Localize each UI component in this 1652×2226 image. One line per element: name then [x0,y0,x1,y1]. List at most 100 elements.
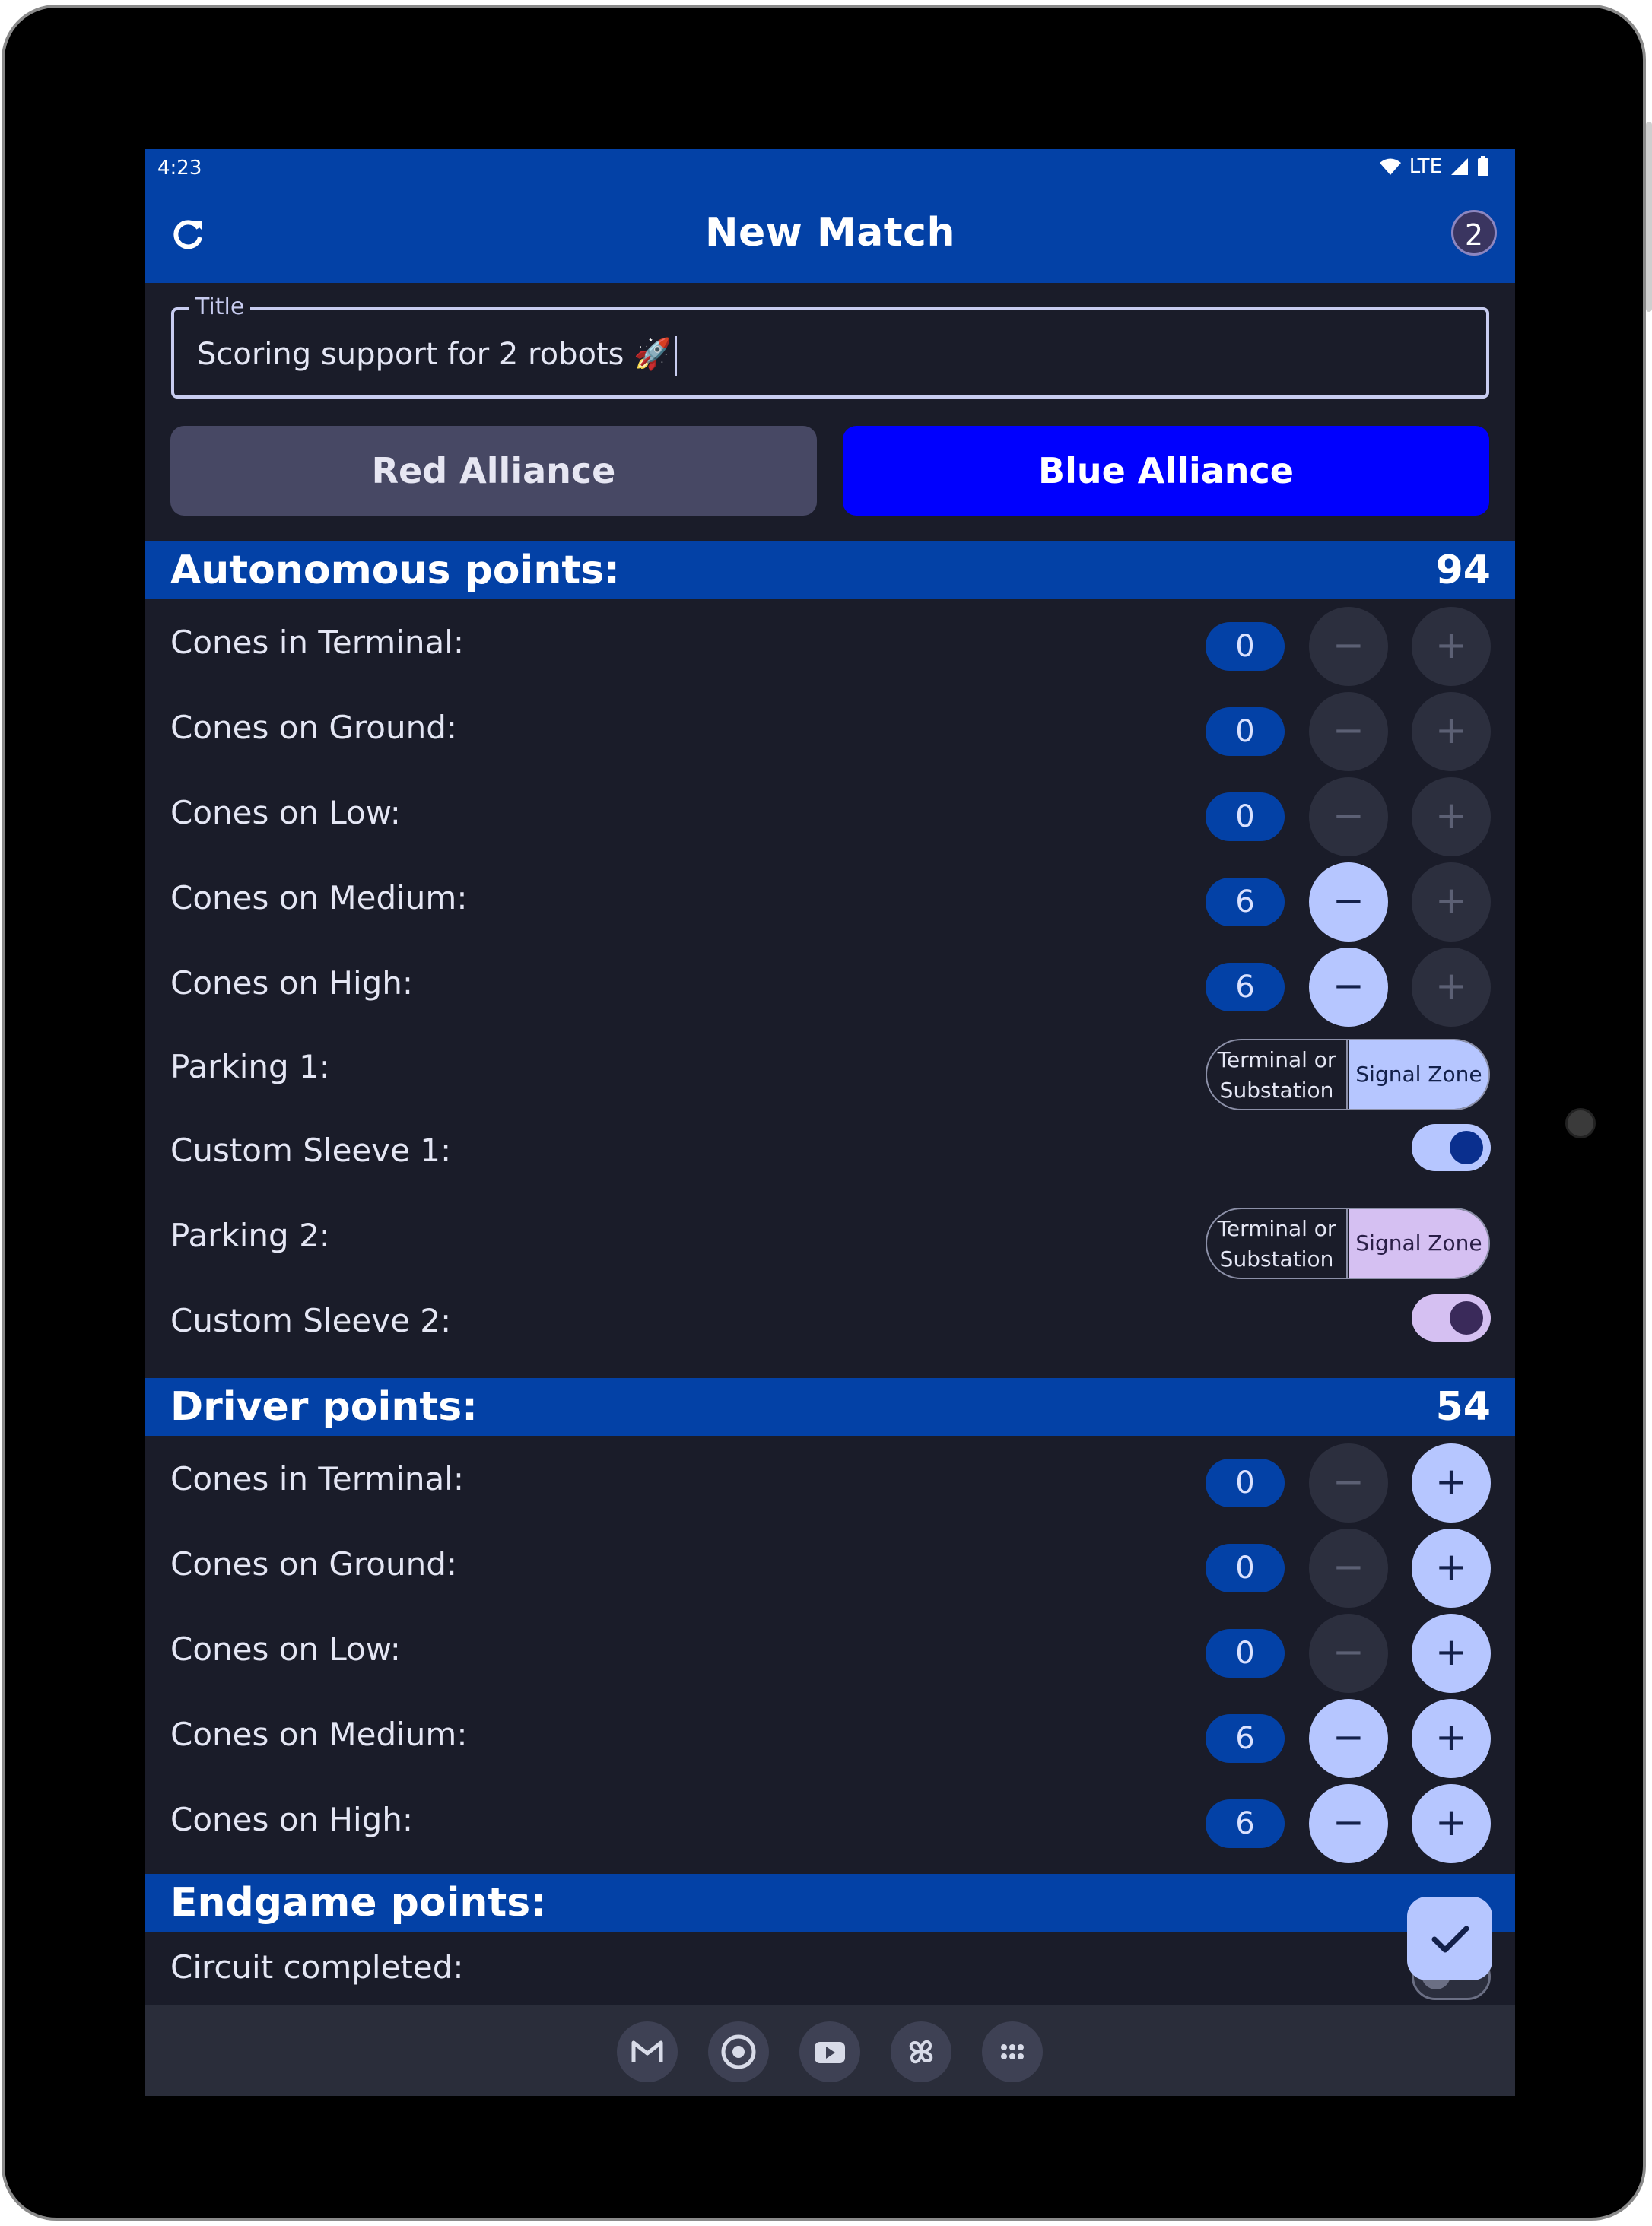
title-field[interactable]: Title Scoring support for 2 robots 🚀 [171,294,1489,399]
robot-count-badge[interactable]: 2 [1451,210,1497,256]
increment-button[interactable]: + [1412,862,1491,942]
row-label: Cones on Low: [170,1631,401,1668]
increment-button[interactable]: + [1412,1614,1491,1693]
title-field-label: Title [189,294,251,320]
increment-button[interactable]: + [1412,692,1491,771]
increment-button[interactable]: + [1412,1699,1491,1778]
count-value: 0 [1206,1629,1285,1678]
count-value: 0 [1206,1544,1285,1592]
row-label: Cones on High: [170,1801,414,1838]
driver-row-terminal: Cones in Terminal: 0 − + [145,1434,1515,1523]
increment-button[interactable]: + [1412,777,1491,856]
switch-knob [1450,1301,1483,1335]
row-label: Circuit completed: [170,1948,464,1986]
chrome-icon[interactable] [708,2021,769,2082]
driver-header: Driver points: 54 [145,1378,1515,1436]
parking-2-option-signal-zone[interactable]: Signal Zone [1349,1209,1488,1278]
decrement-button[interactable]: − [1309,1443,1388,1523]
increment-button[interactable]: + [1412,948,1491,1027]
section-title: Autonomous points: [170,548,620,593]
signal-icon [1451,158,1468,175]
row-label: Cones on Ground: [170,1545,458,1583]
decrement-button[interactable]: − [1309,777,1388,856]
increment-button[interactable]: + [1412,607,1491,686]
taskbar [145,2005,1515,2096]
app-drawer-icon[interactable] [982,2021,1043,2082]
decrement-button[interactable]: − [1309,1614,1388,1693]
decrement-button[interactable]: − [1309,862,1388,942]
parking-2-selector: Terminal or Substation Signal Zone [1206,1208,1490,1279]
auto-row-ground: Cones on Ground: 0 − + [145,683,1515,771]
title-input[interactable]: Scoring support for 2 robots 🚀 [197,336,677,376]
youtube-icon[interactable] [799,2021,860,2082]
custom-sleeve-1-row: Custom Sleeve 1: [145,1115,1515,1200]
count-value: 6 [1206,1799,1285,1848]
row-label: Cones on Medium: [170,879,468,916]
auto-row-low: Cones on Low: 0 − + [145,768,1515,856]
custom-sleeve-2-row: Custom Sleeve 2: [145,1285,1515,1370]
driver-row-high: Cones on High: 6 − + [145,1775,1515,1863]
parking-1-selector: Terminal or Substation Signal Zone [1206,1039,1490,1110]
count-value: 0 [1206,792,1285,841]
parking-1-option-terminal[interactable]: Terminal or Substation [1207,1040,1348,1109]
pinwheel-icon[interactable] [891,2021,951,2082]
endgame-header: Endgame points: [145,1874,1515,1932]
parking-1-option-signal-zone[interactable]: Signal Zone [1349,1040,1488,1109]
status-icons: LTE [1379,155,1489,178]
auto-row-medium: Cones on Medium: 6 − + [145,853,1515,942]
auto-row-high: Cones on High: 6 − + [145,938,1515,1027]
driver-row-ground: Cones on Ground: 0 − + [145,1519,1515,1608]
decrement-button[interactable]: − [1309,1699,1388,1778]
increment-button[interactable]: + [1412,1529,1491,1608]
custom-sleeve-2-switch[interactable] [1412,1294,1491,1342]
row-label: Cones on Medium: [170,1716,468,1753]
section-title: Endgame points: [170,1880,547,1926]
page-title: New Match [705,210,955,256]
option-line: Substation [1219,1246,1334,1272]
status-bar: 4:23 LTE [145,149,1515,187]
option-line: Terminal or [1217,1047,1336,1072]
decrement-button[interactable]: − [1309,1784,1388,1863]
gmail-icon[interactable] [617,2021,678,2082]
section-score: 54 [1435,1384,1491,1430]
row-label: Custom Sleeve 2: [170,1302,452,1339]
wifi-icon [1379,158,1401,175]
decrement-button[interactable]: − [1309,948,1388,1027]
camera [1565,1108,1596,1138]
autonomous-header: Autonomous points: 94 [145,541,1515,599]
driver-row-low: Cones on Low: 0 − + [145,1605,1515,1693]
driver-row-medium: Cones on Medium: 6 − + [145,1690,1515,1778]
status-time: 4:23 [157,157,202,179]
count-value: 0 [1206,1459,1285,1507]
section-title: Driver points: [170,1384,478,1430]
parking-2-option-terminal[interactable]: Terminal or Substation [1207,1209,1348,1278]
count-value: 6 [1206,1714,1285,1763]
title-input-text: Scoring support for 2 robots 🚀 [197,337,672,372]
parking-2-row: Parking 2: Terminal or Substation Signal … [145,1200,1515,1285]
network-label: LTE [1409,155,1442,178]
option-line: Terminal or [1217,1216,1336,1241]
red-alliance-button[interactable]: Red Alliance [170,426,817,516]
row-label: Cones in Terminal: [170,1460,464,1497]
option-line: Substation [1219,1078,1334,1103]
row-label: Cones on Low: [170,794,401,831]
decrement-button[interactable]: − [1309,1529,1388,1608]
tablet-frame: 4:23 LTE New Match 2 Title Scoring suppo… [2,5,1652,2221]
row-label: Parking 1: [170,1048,330,1085]
increment-button[interactable]: + [1412,1443,1491,1523]
row-label: Cones on Ground: [170,709,458,746]
decrement-button[interactable]: − [1309,692,1388,771]
decrement-button[interactable]: − [1309,607,1388,686]
count-value: 0 [1206,622,1285,671]
count-value: 6 [1206,878,1285,926]
auto-row-terminal: Cones in Terminal: 0 − + [145,598,1515,686]
blue-alliance-button[interactable]: Blue Alliance [843,426,1489,516]
row-label: Custom Sleeve 1: [170,1132,452,1169]
app-bar: New Match 2 [145,187,1515,283]
save-fab[interactable] [1407,1897,1492,1980]
increment-button[interactable]: + [1412,1784,1491,1863]
screen: 4:23 LTE New Match 2 Title Scoring suppo… [145,149,1515,2096]
custom-sleeve-1-switch[interactable] [1412,1124,1491,1171]
count-value: 6 [1206,963,1285,1011]
text-cursor [674,336,677,376]
